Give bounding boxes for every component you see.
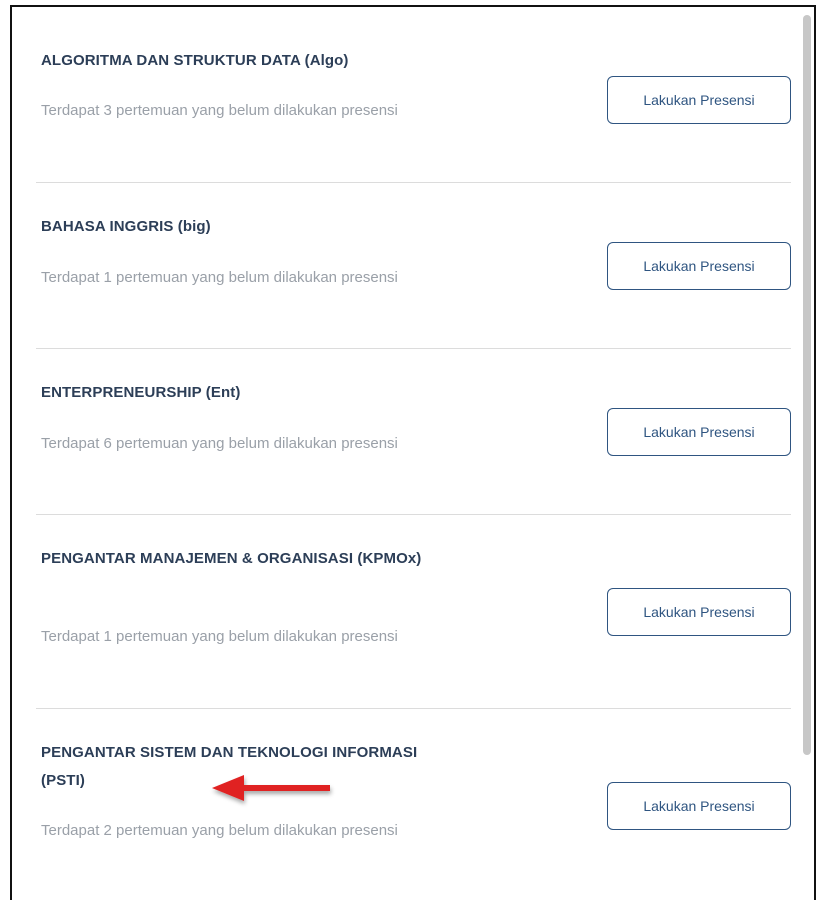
course-item-big: BAHASA INGGRIS (big) Terdapat 1 pertemua… xyxy=(36,183,791,349)
course-description: Terdapat 1 pertemuan yang belum dilakuka… xyxy=(41,628,398,645)
lakukan-presensi-button-big[interactable]: Lakukan Presensi xyxy=(607,242,791,290)
course-item-kpmox: PENGANTAR MANAJEMEN & ORGANISASI (KPMOx)… xyxy=(36,515,791,709)
lakukan-presensi-button-ent[interactable]: Lakukan Presensi xyxy=(607,408,791,456)
course-title: PENGANTAR MANAJEMEN & ORGANISASI (KPMOx) xyxy=(41,550,422,567)
course-description: Terdapat 1 pertemuan yang belum dilakuka… xyxy=(41,269,398,286)
lakukan-presensi-button-kpmox[interactable]: Lakukan Presensi xyxy=(607,588,791,636)
course-description: Terdapat 2 pertemuan yang belum dilakuka… xyxy=(41,822,398,839)
red-arrow-left-icon xyxy=(212,775,330,801)
course-list-panel: ALGORITMA DAN STRUKTUR DATA (Algo) Terda… xyxy=(10,5,816,900)
course-title: ALGORITMA DAN STRUKTUR DATA (Algo) xyxy=(41,52,349,69)
course-description: Terdapat 6 pertemuan yang belum dilakuka… xyxy=(41,435,398,452)
course-list: ALGORITMA DAN STRUKTUR DATA (Algo) Terda… xyxy=(36,7,791,900)
course-description: Terdapat 3 pertemuan yang belum dilakuka… xyxy=(41,102,398,119)
course-item-psti: PENGANTAR SISTEM DAN TEKNOLOGI INFORMASI… xyxy=(36,709,791,900)
lakukan-presensi-button-psti[interactable]: Lakukan Presensi xyxy=(607,782,791,830)
course-title: BAHASA INGGRIS (big) xyxy=(41,218,211,235)
course-title: ENTERPRENEURSHIP (Ent) xyxy=(41,384,241,401)
lakukan-presensi-button-algo[interactable]: Lakukan Presensi xyxy=(607,76,791,124)
course-item-ent: ENTERPRENEURSHIP (Ent) Terdapat 6 pertem… xyxy=(36,349,791,515)
scrollbar-thumb[interactable] xyxy=(803,15,811,755)
course-item-algo: ALGORITMA DAN STRUKTUR DATA (Algo) Terda… xyxy=(36,7,791,183)
